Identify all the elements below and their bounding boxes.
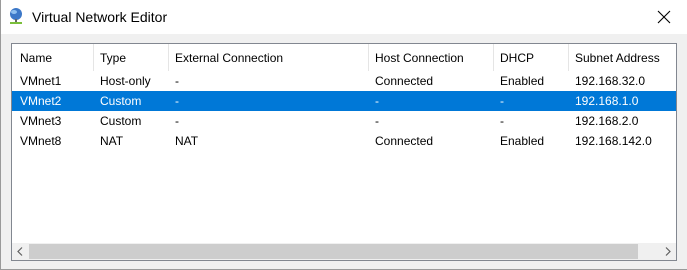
column-header-host-connection[interactable]: Host Connection <box>369 44 494 71</box>
cell-type: Custom <box>100 94 142 108</box>
table-row[interactable]: VMnet1 Host-only - Connected Enabled 192… <box>12 71 676 91</box>
cell-external-connection: - <box>175 114 179 128</box>
cell-subnet-address: 192.168.2.0 <box>575 114 639 128</box>
cell-dhcp: Enabled <box>500 134 545 148</box>
column-header-subnet-address[interactable]: Subnet Address <box>569 44 676 71</box>
virtual-network-editor-window: Virtual Network Editor Name Type Externa… <box>0 0 687 270</box>
column-header-type[interactable]: Type <box>94 44 169 71</box>
scroll-thumb[interactable] <box>29 244 638 259</box>
scroll-right-button[interactable] <box>659 243 676 260</box>
table-row-selected[interactable]: VMnet2 Custom - - - 192.168.1.0 <box>12 91 676 111</box>
network-list[interactable]: Name Type External Connection Host Conne… <box>11 43 677 261</box>
cell-name: VMnet2 <box>20 94 62 108</box>
cell-name: VMnet8 <box>20 134 62 148</box>
table-row[interactable]: VMnet8 NAT NAT Connected Enabled 192.168… <box>12 131 676 151</box>
cell-name: VMnet3 <box>20 114 62 128</box>
cell-dhcp: - <box>500 94 504 108</box>
chevron-left-icon <box>17 247 23 256</box>
title-bar: Virtual Network Editor <box>1 0 687 34</box>
table-row[interactable]: VMnet3 Custom - - - 192.168.2.0 <box>12 111 676 131</box>
network-globe-icon <box>7 7 25 25</box>
cell-host-connection: Connected <box>375 74 434 88</box>
cell-external-connection: NAT <box>175 134 199 148</box>
cell-name: VMnet1 <box>20 74 62 88</box>
column-header-name[interactable]: Name <box>14 44 94 71</box>
cell-external-connection: - <box>175 74 179 88</box>
horizontal-scrollbar[interactable] <box>12 243 676 260</box>
cell-subnet-address: 192.168.142.0 <box>575 134 652 148</box>
cell-type: Custom <box>100 114 142 128</box>
cell-host-connection: - <box>375 114 379 128</box>
cell-type: NAT <box>100 134 124 148</box>
cell-dhcp: Enabled <box>500 74 545 88</box>
column-header-external-connection[interactable]: External Connection <box>169 44 369 71</box>
cell-subnet-address: 192.168.1.0 <box>575 94 639 108</box>
list-header: Name Type External Connection Host Conne… <box>12 44 676 71</box>
column-header-dhcp[interactable]: DHCP <box>494 44 569 71</box>
close-button[interactable] <box>641 0 687 34</box>
cell-host-connection: - <box>375 94 379 108</box>
scroll-left-button[interactable] <box>12 243 29 260</box>
cell-external-connection: - <box>175 94 179 108</box>
cell-subnet-address: 192.168.32.0 <box>575 74 646 88</box>
window-title: Virtual Network Editor <box>32 9 168 25</box>
cell-dhcp: - <box>500 114 504 128</box>
cell-host-connection: Connected <box>375 134 434 148</box>
cell-type: Host-only <box>100 74 151 88</box>
chevron-right-icon <box>665 247 671 256</box>
close-icon <box>657 10 671 24</box>
